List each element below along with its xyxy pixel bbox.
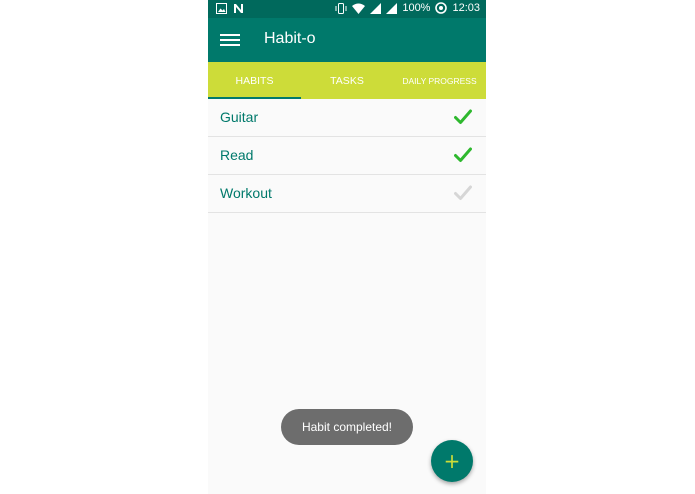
toast-message: Habit completed!	[281, 409, 413, 445]
image-icon	[216, 3, 227, 14]
data-saver-icon	[435, 2, 448, 14]
habit-list: Guitar Read Workout	[208, 99, 486, 213]
check-icon[interactable]	[454, 185, 472, 201]
habit-name: Workout	[220, 185, 272, 201]
tab-daily-progress[interactable]: DAILY PROGRESS	[393, 62, 486, 99]
signal-icon	[386, 2, 398, 14]
tab-tasks[interactable]: TASKS	[301, 62, 393, 99]
plus-icon: +	[443, 449, 461, 473]
hamburger-menu-icon[interactable]	[220, 31, 240, 49]
app-title: Habit-o	[264, 30, 316, 47]
tab-habits[interactable]: HABITS	[208, 62, 301, 99]
list-item[interactable]: Read	[208, 137, 486, 175]
tab-daily-progress-label: DAILY PROGRESS	[402, 75, 477, 86]
check-icon[interactable]	[454, 109, 472, 125]
list-item[interactable]: Workout	[208, 175, 486, 213]
app-bar: Habit-o	[208, 18, 486, 62]
check-icon[interactable]	[454, 147, 472, 163]
status-bar: 100% 12:03	[208, 0, 486, 18]
tab-habits-label: HABITS	[235, 74, 274, 87]
add-habit-button[interactable]: +	[431, 440, 473, 482]
vibrate-icon	[335, 2, 347, 14]
list-item[interactable]: Guitar	[208, 99, 486, 137]
wifi-icon	[352, 3, 366, 14]
battery-text: 100%	[402, 2, 431, 14]
habit-name: Guitar	[220, 109, 259, 125]
clock-text: 12:03	[452, 2, 480, 14]
tab-tasks-label: TASKS	[330, 74, 364, 87]
phone-screen: 100% 12:03 Habit-o HABITS TASKS DAILY PR…	[208, 0, 486, 494]
signal-icon	[370, 2, 382, 14]
n-notification-icon	[233, 3, 244, 14]
tab-bar: HABITS TASKS DAILY PROGRESS	[208, 62, 486, 99]
habit-name: Read	[220, 147, 254, 163]
